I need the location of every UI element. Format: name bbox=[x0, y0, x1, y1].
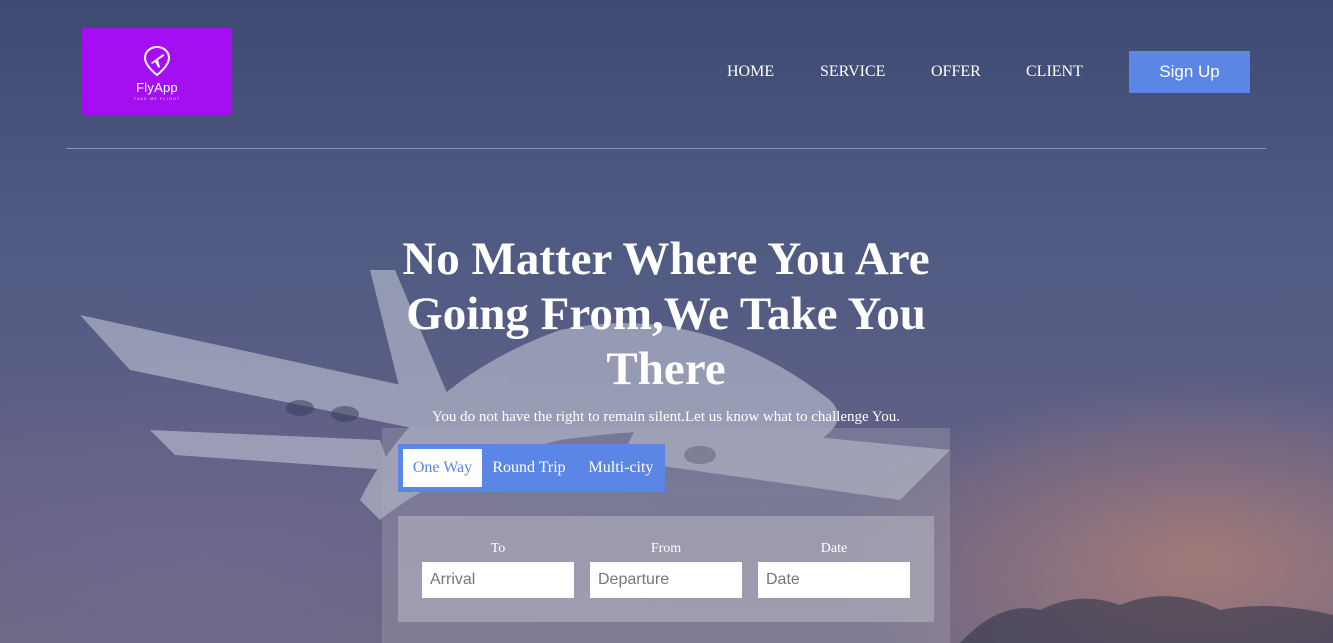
hero-subtitle: You do not have the right to remain sile… bbox=[431, 409, 900, 425]
header-divider bbox=[66, 148, 1266, 149]
date-label: Date bbox=[820, 541, 848, 556]
nav-client[interactable]: CLIENT bbox=[1026, 62, 1083, 82]
arrival-input[interactable] bbox=[422, 562, 574, 598]
date-input[interactable] bbox=[758, 562, 910, 598]
departure-input[interactable] bbox=[590, 562, 742, 598]
sign-up-button[interactable]: Sign Up bbox=[1129, 51, 1250, 93]
from-field: From bbox=[590, 540, 742, 598]
tab-round-trip[interactable]: Round Trip bbox=[489, 449, 569, 487]
nav-home[interactable]: HOME bbox=[727, 62, 774, 82]
to-field: To bbox=[422, 540, 574, 598]
nav-offer[interactable]: OFFER bbox=[931, 62, 981, 82]
to-label: To bbox=[490, 541, 506, 556]
nav-service[interactable]: SERVICE bbox=[820, 62, 885, 82]
tab-one-way[interactable]: One Way bbox=[403, 449, 482, 487]
tab-multi-city[interactable]: Multi-city bbox=[581, 449, 661, 487]
from-label: From bbox=[650, 541, 682, 556]
trip-type-tabs: One Way Round Trip Multi-city bbox=[398, 444, 665, 492]
brand-tagline: TAKE ME FLIGHT bbox=[133, 96, 181, 101]
flight-search-form: To From Date bbox=[398, 516, 934, 622]
hero-title: No Matter Where You Are Going From,We Ta… bbox=[402, 233, 930, 395]
brand-name: FlyApp bbox=[136, 80, 178, 95]
date-field: Date bbox=[758, 540, 910, 598]
